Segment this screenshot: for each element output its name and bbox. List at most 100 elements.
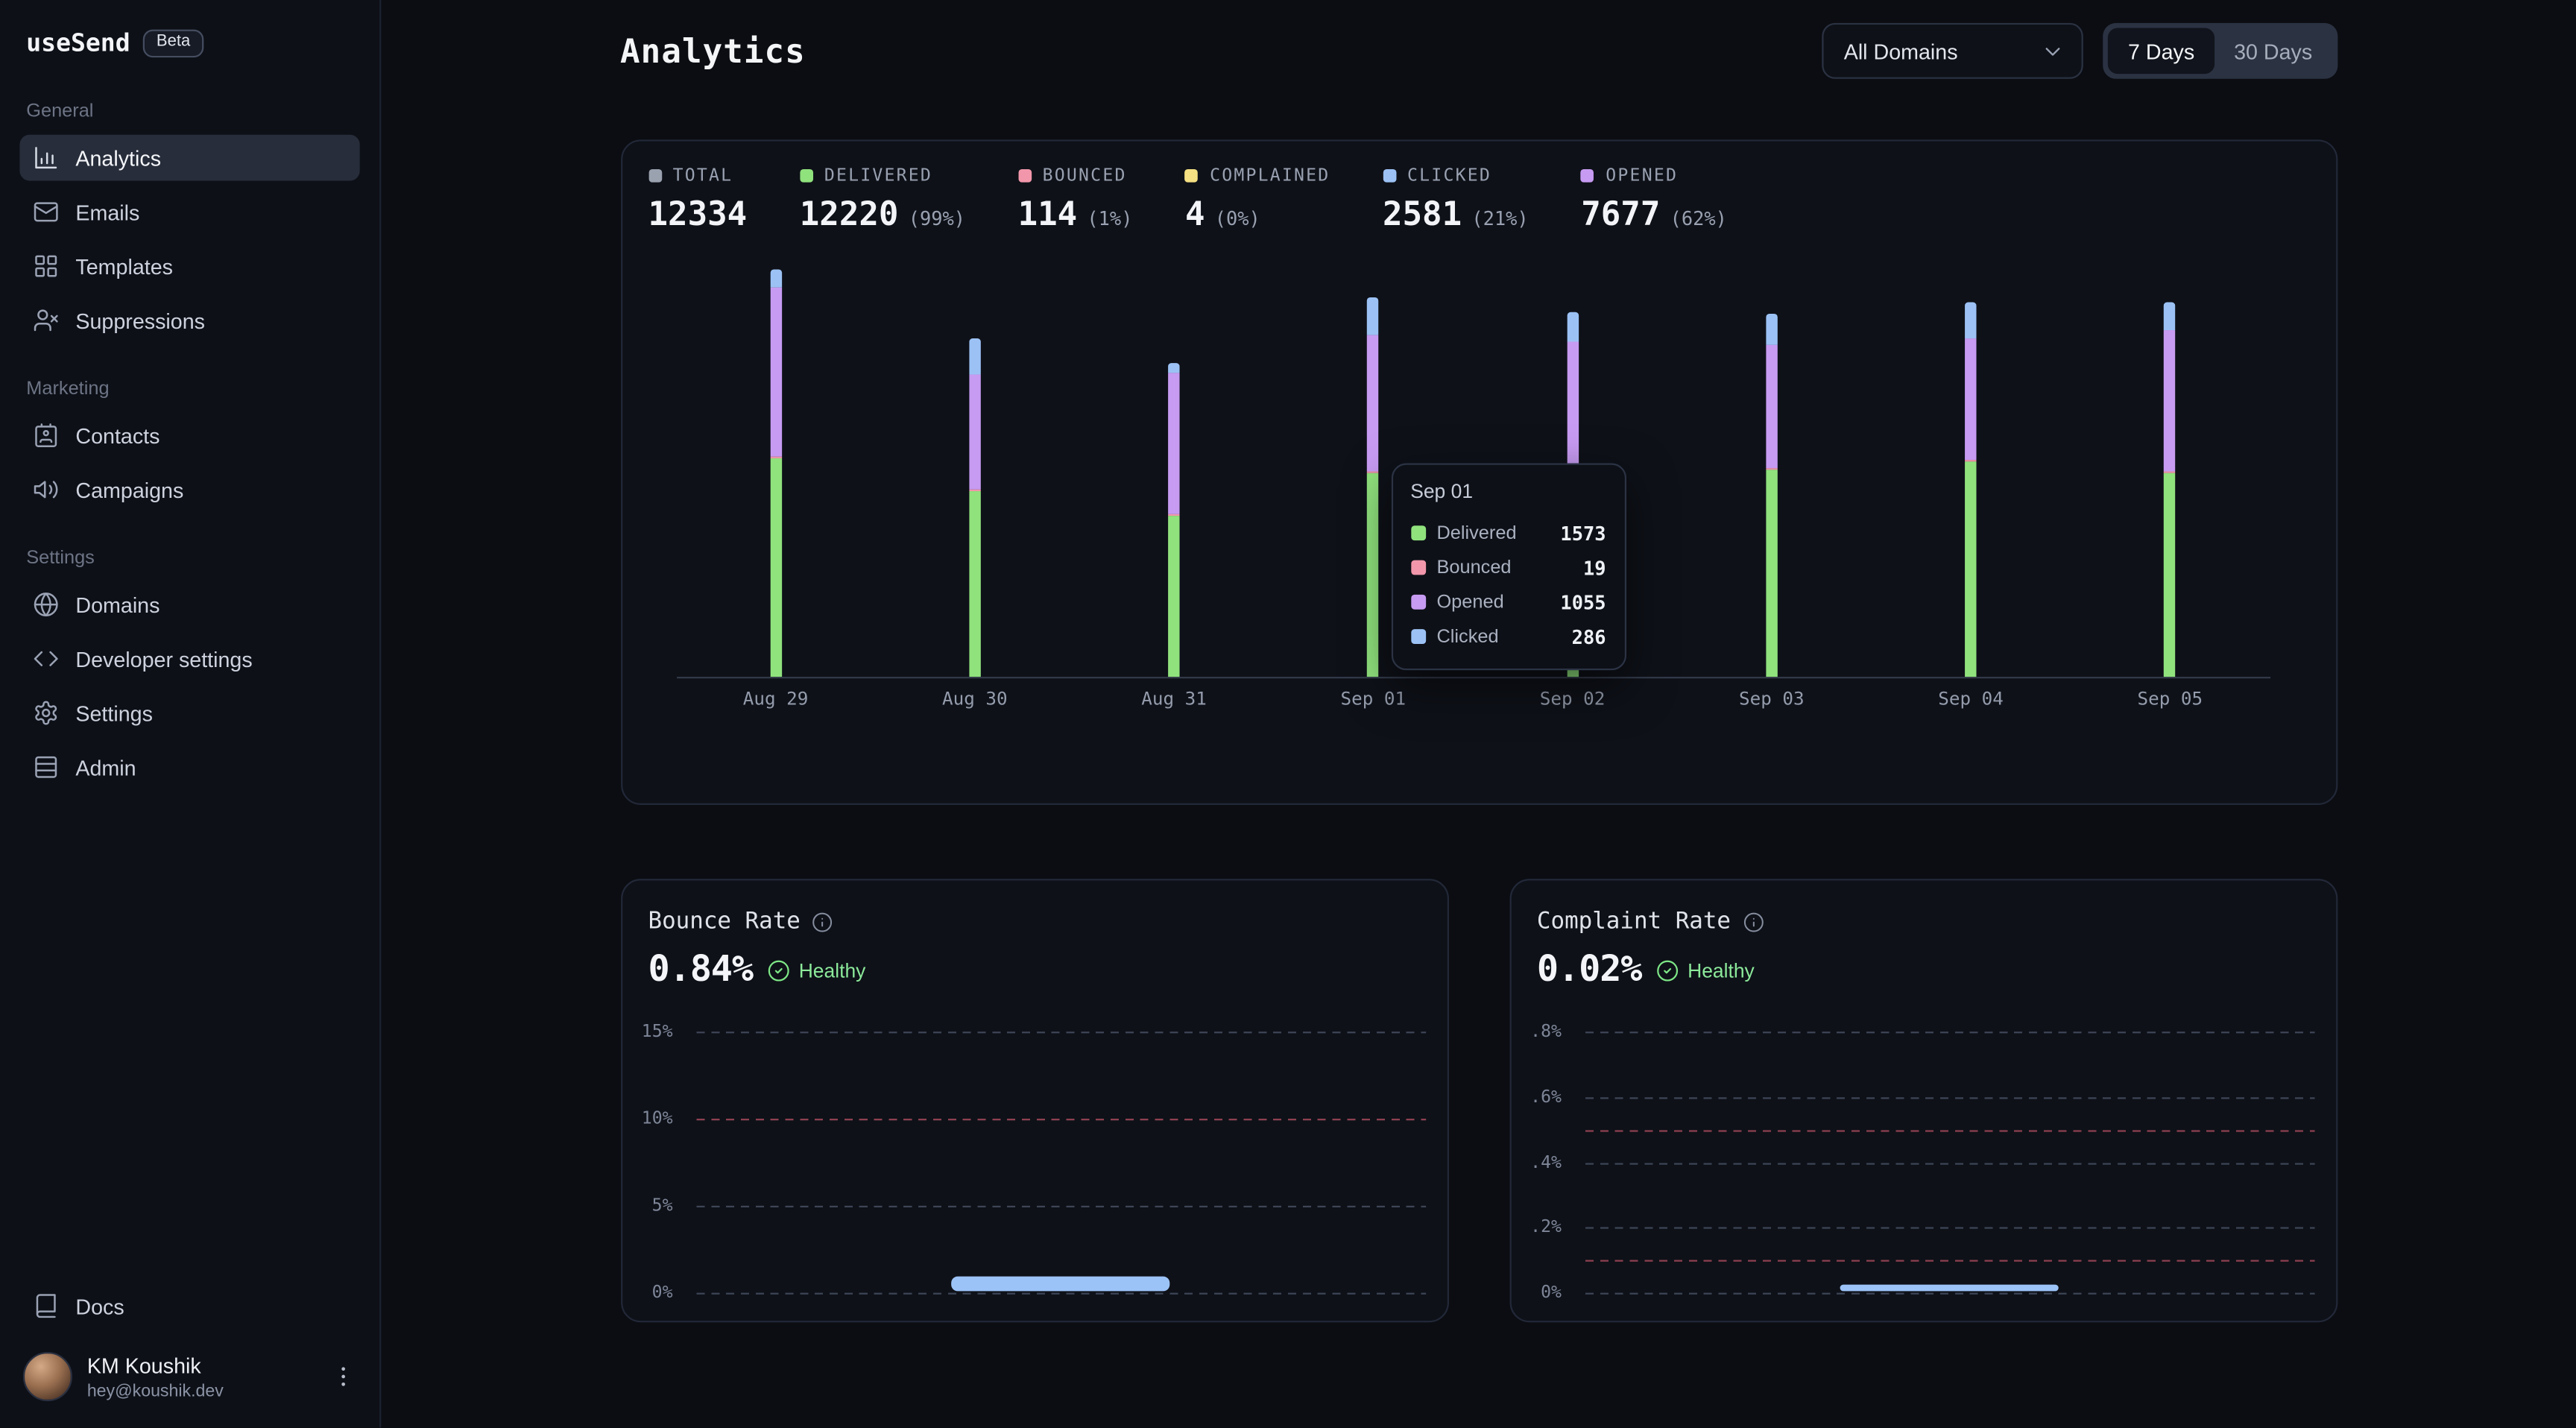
sidebar-item-domains[interactable]: Domains xyxy=(19,581,359,628)
complaint-rate-value: 0.02% xyxy=(1537,950,1641,991)
more-vertical-icon[interactable] xyxy=(330,1363,356,1389)
stacked-bar-sep-01[interactable] xyxy=(1368,297,1379,677)
stat-total: TOTAL 12334 xyxy=(648,166,748,233)
stat-value: 12220 xyxy=(800,194,899,233)
complaint-rate-value-row: 0.02% Healthy xyxy=(1511,935,2335,991)
stat-value: 114 xyxy=(1018,194,1078,233)
stat-percentage: (21%) xyxy=(1471,207,1528,230)
tab-7-days[interactable]: 7 Days xyxy=(2109,28,2214,74)
rate-bar-area xyxy=(1585,1031,2314,1292)
bounce-rate-chart: 15%10%5%0% xyxy=(635,1031,1425,1319)
bar-segment-clicked xyxy=(770,270,781,287)
bar-segment-clicked xyxy=(1567,312,1578,341)
stacked-bar-sep-04[interactable] xyxy=(1965,302,1976,677)
stat-label-row: DELIVERED xyxy=(800,166,965,186)
stats-row: TOTAL12334DELIVERED12220(99%)BOUNCED114(… xyxy=(622,142,2335,233)
header-controls: All Domains 7 Days30 Days xyxy=(1822,23,2337,79)
layout-grid-icon xyxy=(33,253,59,279)
bounce-rate-card: Bounce Rate 0.84% Healthy 15%10%5%0% xyxy=(620,879,1448,1322)
user-menu[interactable]: KM Koushik hey@koushik.dev xyxy=(19,1345,359,1411)
stacked-bar-aug-31[interactable] xyxy=(1168,364,1179,677)
sidebar-item-templates[interactable]: Templates xyxy=(19,243,359,289)
legend-chip-delivered xyxy=(1410,525,1425,540)
sidebar-item-emails[interactable]: Emails xyxy=(19,189,359,235)
legend-dot-bounced xyxy=(1018,169,1032,183)
sidebar-item-analytics[interactable]: Analytics xyxy=(19,135,359,181)
info-icon[interactable] xyxy=(1742,911,1764,932)
x-tick-label: Aug 29 xyxy=(743,689,809,710)
stat-complained: COMPLAINED4(0%) xyxy=(1185,166,1330,233)
legend-chip-opened xyxy=(1410,595,1425,610)
stat-value-row: 4(0%) xyxy=(1185,194,1330,233)
bar-segment-delivered xyxy=(1965,462,1976,677)
rows-icon xyxy=(33,754,59,780)
stat-label-row: TOTAL xyxy=(648,166,748,186)
bar-segment-delivered xyxy=(770,458,781,677)
stat-label: DELIVERED xyxy=(824,166,932,186)
sidebar-item-label: Suppressions xyxy=(75,308,205,332)
tooltip-label: Bounced xyxy=(1436,557,1511,577)
stat-value: 7677 xyxy=(1581,194,1660,233)
sidebar-item-developer-settings[interactable]: Developer settings xyxy=(19,636,359,682)
rate-cards-row: Bounce Rate 0.84% Healthy 15%10%5%0% xyxy=(620,879,2337,1322)
sidebar-item-docs[interactable]: Docs xyxy=(19,1283,359,1329)
stat-value-row: 114(1%) xyxy=(1018,194,1133,233)
bar-segment-opened xyxy=(1567,341,1578,478)
stacked-bar-aug-29[interactable] xyxy=(770,270,781,677)
stat-label: OPENED xyxy=(1606,166,1678,186)
stacked-bar-sep-03[interactable] xyxy=(1766,313,1777,677)
stat-label-row: CLICKED xyxy=(1383,166,1529,186)
stat-value: 2581 xyxy=(1383,194,1462,233)
gear-icon xyxy=(33,700,59,726)
bar-segment-opened xyxy=(1368,335,1379,471)
bar-segment-opened xyxy=(2165,329,2176,471)
stat-value: 12334 xyxy=(648,194,748,233)
tooltip-row-bounced: Bounced19 xyxy=(1410,550,1606,584)
legend-chip-bounced xyxy=(1410,560,1425,575)
y-tick-label: 0% xyxy=(635,1283,673,1302)
sidebar: useSend Beta GeneralAnalyticsEmailsTempl… xyxy=(0,0,381,1427)
sidebar-item-settings[interactable]: Settings xyxy=(19,690,359,736)
tooltip-value: 286 xyxy=(1572,625,1606,648)
sidebar-item-label: Admin xyxy=(75,755,136,780)
bar-chart-icon xyxy=(33,145,59,171)
legend-dot-clicked xyxy=(1383,169,1396,183)
content: Analytics All Domains 7 Days30 Days TOTA… xyxy=(620,0,2337,1322)
y-tick-label: 0% xyxy=(1524,1283,1562,1302)
nav-section-label-general: General xyxy=(26,102,353,121)
stacked-bar-aug-30[interactable] xyxy=(969,338,980,677)
chart-tooltip: Sep 01 Delivered1573Bounced19Opened1055C… xyxy=(1391,464,1626,671)
info-icon[interactable] xyxy=(812,911,833,932)
chevron-down-icon xyxy=(2041,39,2065,63)
rate-bar-sep-02[interactable] xyxy=(1840,1285,2059,1292)
sidebar-item-label: Templates xyxy=(75,254,173,279)
stacked-bar-sep-05[interactable] xyxy=(2165,302,2176,677)
sidebar-item-label: Settings xyxy=(75,701,153,725)
sidebar-item-suppressions[interactable]: Suppressions xyxy=(19,297,359,344)
avatar xyxy=(23,1352,72,1401)
user-name: KM Koushik xyxy=(87,1353,224,1377)
stat-clicked: CLICKED 2581 (21%) xyxy=(1383,166,1529,233)
rate-bar-sep-01[interactable] xyxy=(951,1277,1170,1292)
bar-segment-opened xyxy=(1168,373,1179,514)
mail-icon xyxy=(33,199,59,225)
sidebar-item-campaigns[interactable]: Campaigns xyxy=(19,467,359,513)
x-tick-label: Sep 03 xyxy=(1739,689,1805,710)
bounce-rate-value: 0.84% xyxy=(648,950,753,991)
bar-segment-opened xyxy=(770,287,781,456)
page-title: Analytics xyxy=(620,31,806,71)
domain-filter-select[interactable]: All Domains xyxy=(1822,23,2083,79)
tooltip-row-delivered: Delivered1573 xyxy=(1410,516,1606,550)
x-tick-label: Aug 30 xyxy=(942,689,1008,710)
sidebar-item-contacts[interactable]: Contacts xyxy=(19,412,359,458)
rate-bar-area xyxy=(695,1031,1425,1292)
stat-bounced: BOUNCED114(1%) xyxy=(1018,166,1133,233)
sidebar-item-label: Emails xyxy=(75,200,139,224)
bar-segment-clicked xyxy=(1368,297,1379,335)
sidebar-item-label: Developer settings xyxy=(75,646,252,671)
sidebar-item-admin[interactable]: Admin xyxy=(19,744,359,790)
tab-30-days[interactable]: 30 Days xyxy=(2214,28,2332,74)
legend-dot-total xyxy=(648,169,662,183)
tooltip-label: Opened xyxy=(1436,593,1503,612)
y-tick-label: .6% xyxy=(1524,1087,1562,1107)
